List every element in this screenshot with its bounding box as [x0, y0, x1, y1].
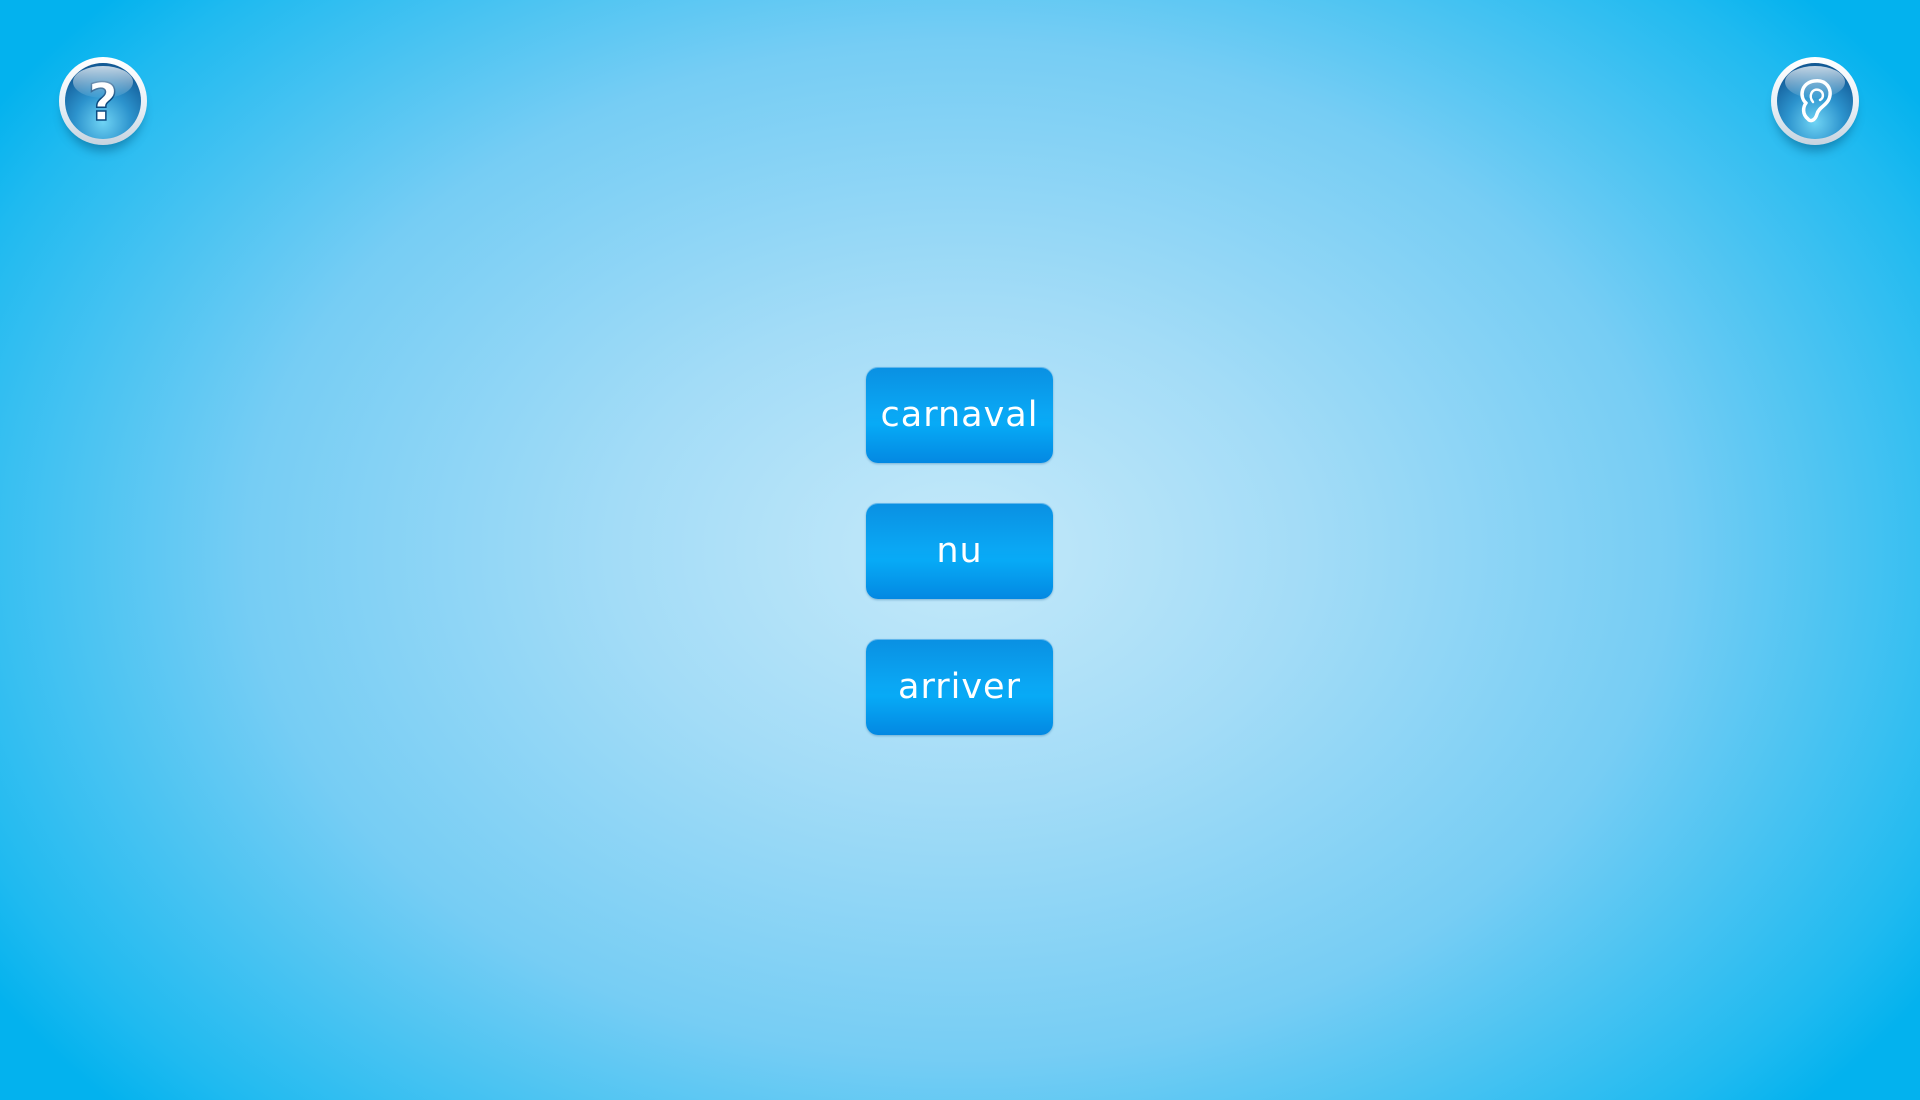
listen-button[interactable]	[1771, 57, 1859, 145]
word-choice-carnaval[interactable]: carnaval	[866, 367, 1053, 463]
ear-icon	[1777, 63, 1853, 139]
help-button-face: ?	[65, 63, 141, 139]
question-mark-icon: ?	[65, 63, 141, 139]
listen-button-face	[1777, 63, 1853, 139]
word-choice-nu[interactable]: nu	[866, 503, 1053, 599]
svg-text:?: ?	[88, 73, 118, 133]
word-choice-arriver[interactable]: arriver	[866, 639, 1053, 735]
help-button[interactable]: ?	[59, 57, 147, 145]
game-screen: ? carnaval nu arriver	[0, 0, 1920, 1100]
word-choices: carnaval nu arriver	[866, 367, 1053, 775]
